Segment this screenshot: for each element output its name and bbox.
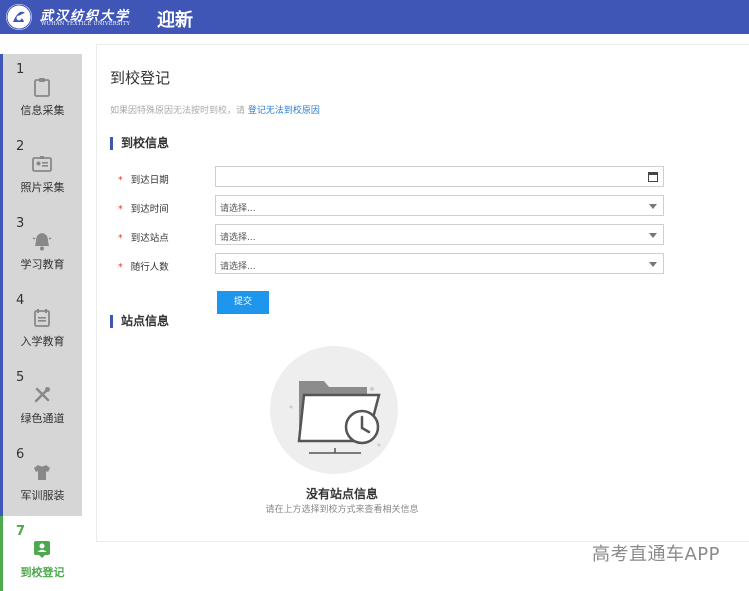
chevron-down-icon bbox=[649, 233, 657, 238]
page: 武汉纺织大学 WUHAN TEXTILE UNIVERSITY 迎新 1 信息采… bbox=[0, 0, 749, 591]
step-label: 信息采集 bbox=[20, 104, 65, 117]
notice-message: 如果因特殊原因无法按时到校，请 bbox=[110, 106, 246, 116]
tools-icon bbox=[31, 384, 53, 406]
notice-text: 如果因特殊原因无法按时到校，请 登记无法到校原因 bbox=[110, 103, 320, 116]
register-absence-link[interactable]: 登记无法到校原因 bbox=[248, 106, 320, 116]
step-label: 军训服装 bbox=[20, 489, 65, 502]
step-number: 7 bbox=[16, 524, 26, 539]
field-label-arrival-station: * 到达站点 bbox=[118, 230, 169, 244]
sidebar-step-info-collection[interactable]: 1 信息采集 bbox=[0, 54, 82, 131]
step-number: 4 bbox=[16, 293, 25, 308]
calendar-icon[interactable] bbox=[648, 171, 658, 182]
page-title: 到校登记 bbox=[110, 69, 171, 87]
required-asterisk: * bbox=[118, 233, 123, 244]
app-title: 迎新 bbox=[157, 10, 193, 31]
bell-icon bbox=[31, 230, 53, 252]
step-label: 照片采集 bbox=[20, 181, 65, 194]
top-header: 武汉纺织大学 WUHAN TEXTILE UNIVERSITY 迎新 bbox=[0, 0, 749, 34]
sidebar-step-military-uniform[interactable]: 6 军训服装 bbox=[0, 439, 82, 516]
submit-button[interactable]: 提交 bbox=[217, 291, 269, 314]
step-sidebar: 1 信息采集 2 照片采集 3 学习教育 4 入学教育 5 绿色通道 6 军训服… bbox=[0, 34, 82, 591]
step-label: 绿色通道 bbox=[20, 412, 65, 425]
empty-state-title: 没有站点信息 bbox=[305, 487, 378, 501]
main-panel: 到校登记 如果因特殊原因无法按时到校，请 登记无法到校原因 到校信息 * 到达日期… bbox=[96, 44, 749, 542]
clipboard-icon bbox=[31, 76, 53, 98]
label-text: 到达时间 bbox=[130, 204, 169, 215]
field-value: 请选择... bbox=[220, 233, 256, 243]
required-asterisk: * bbox=[118, 204, 123, 215]
step-number: 5 bbox=[16, 370, 25, 385]
chevron-down-icon bbox=[649, 262, 657, 267]
sidebar-step-photo-collection[interactable]: 2 照片采集 bbox=[0, 131, 82, 208]
watermark-text: 高考直通车APP bbox=[591, 544, 720, 565]
id-card-icon bbox=[31, 153, 53, 175]
logo-english-name: WUHAN TEXTILE UNIVERSITY bbox=[41, 21, 131, 27]
university-logo-icon bbox=[6, 4, 32, 30]
required-asterisk: * bbox=[118, 175, 123, 186]
step-label: 学习教育 bbox=[20, 258, 65, 271]
companions-select[interactable]: 请选择... bbox=[215, 253, 664, 274]
arrival-time-select[interactable]: 请选择... bbox=[215, 195, 664, 216]
empty-folder-clock-icon bbox=[269, 345, 399, 475]
step-number: 2 bbox=[16, 139, 25, 154]
section-title-arrival: 到校信息 bbox=[110, 137, 169, 150]
chevron-down-icon bbox=[649, 204, 657, 209]
required-asterisk: * bbox=[118, 262, 123, 273]
field-value: 请选择... bbox=[220, 262, 256, 272]
label-text: 随行人数 bbox=[130, 262, 169, 273]
step-number: 1 bbox=[16, 62, 25, 77]
sidebar-step-study-education[interactable]: 3 学习教育 bbox=[0, 208, 82, 285]
arrival-station-select[interactable]: 请选择... bbox=[215, 224, 664, 245]
field-label-arrival-time: * 到达时间 bbox=[118, 201, 169, 215]
sidebar-step-arrival-registration[interactable]: 7 到校登记 bbox=[0, 516, 82, 591]
step-label: 到校登记 bbox=[20, 566, 65, 579]
label-text: 到达站点 bbox=[130, 233, 169, 244]
step-number: 6 bbox=[16, 447, 25, 462]
sidebar-step-green-channel[interactable]: 5 绿色通道 bbox=[0, 362, 82, 439]
field-value: 请选择... bbox=[220, 204, 256, 214]
field-label-companions: * 随行人数 bbox=[118, 259, 169, 273]
field-label-arrival-date: * 到达日期 bbox=[118, 172, 169, 186]
sidebar-step-enrollment-education[interactable]: 4 入学教育 bbox=[0, 285, 82, 362]
step-number: 3 bbox=[16, 216, 25, 231]
empty-state-subtitle: 请在上方选择到校方式来查看相关信息 bbox=[265, 505, 419, 515]
arrival-date-input[interactable] bbox=[215, 166, 664, 187]
tshirt-icon bbox=[31, 461, 53, 483]
section-title-station: 站点信息 bbox=[110, 315, 169, 328]
calendar-icon bbox=[31, 307, 53, 329]
person-badge-icon bbox=[31, 538, 53, 560]
step-label: 入学教育 bbox=[20, 335, 65, 348]
label-text: 到达日期 bbox=[130, 175, 169, 186]
